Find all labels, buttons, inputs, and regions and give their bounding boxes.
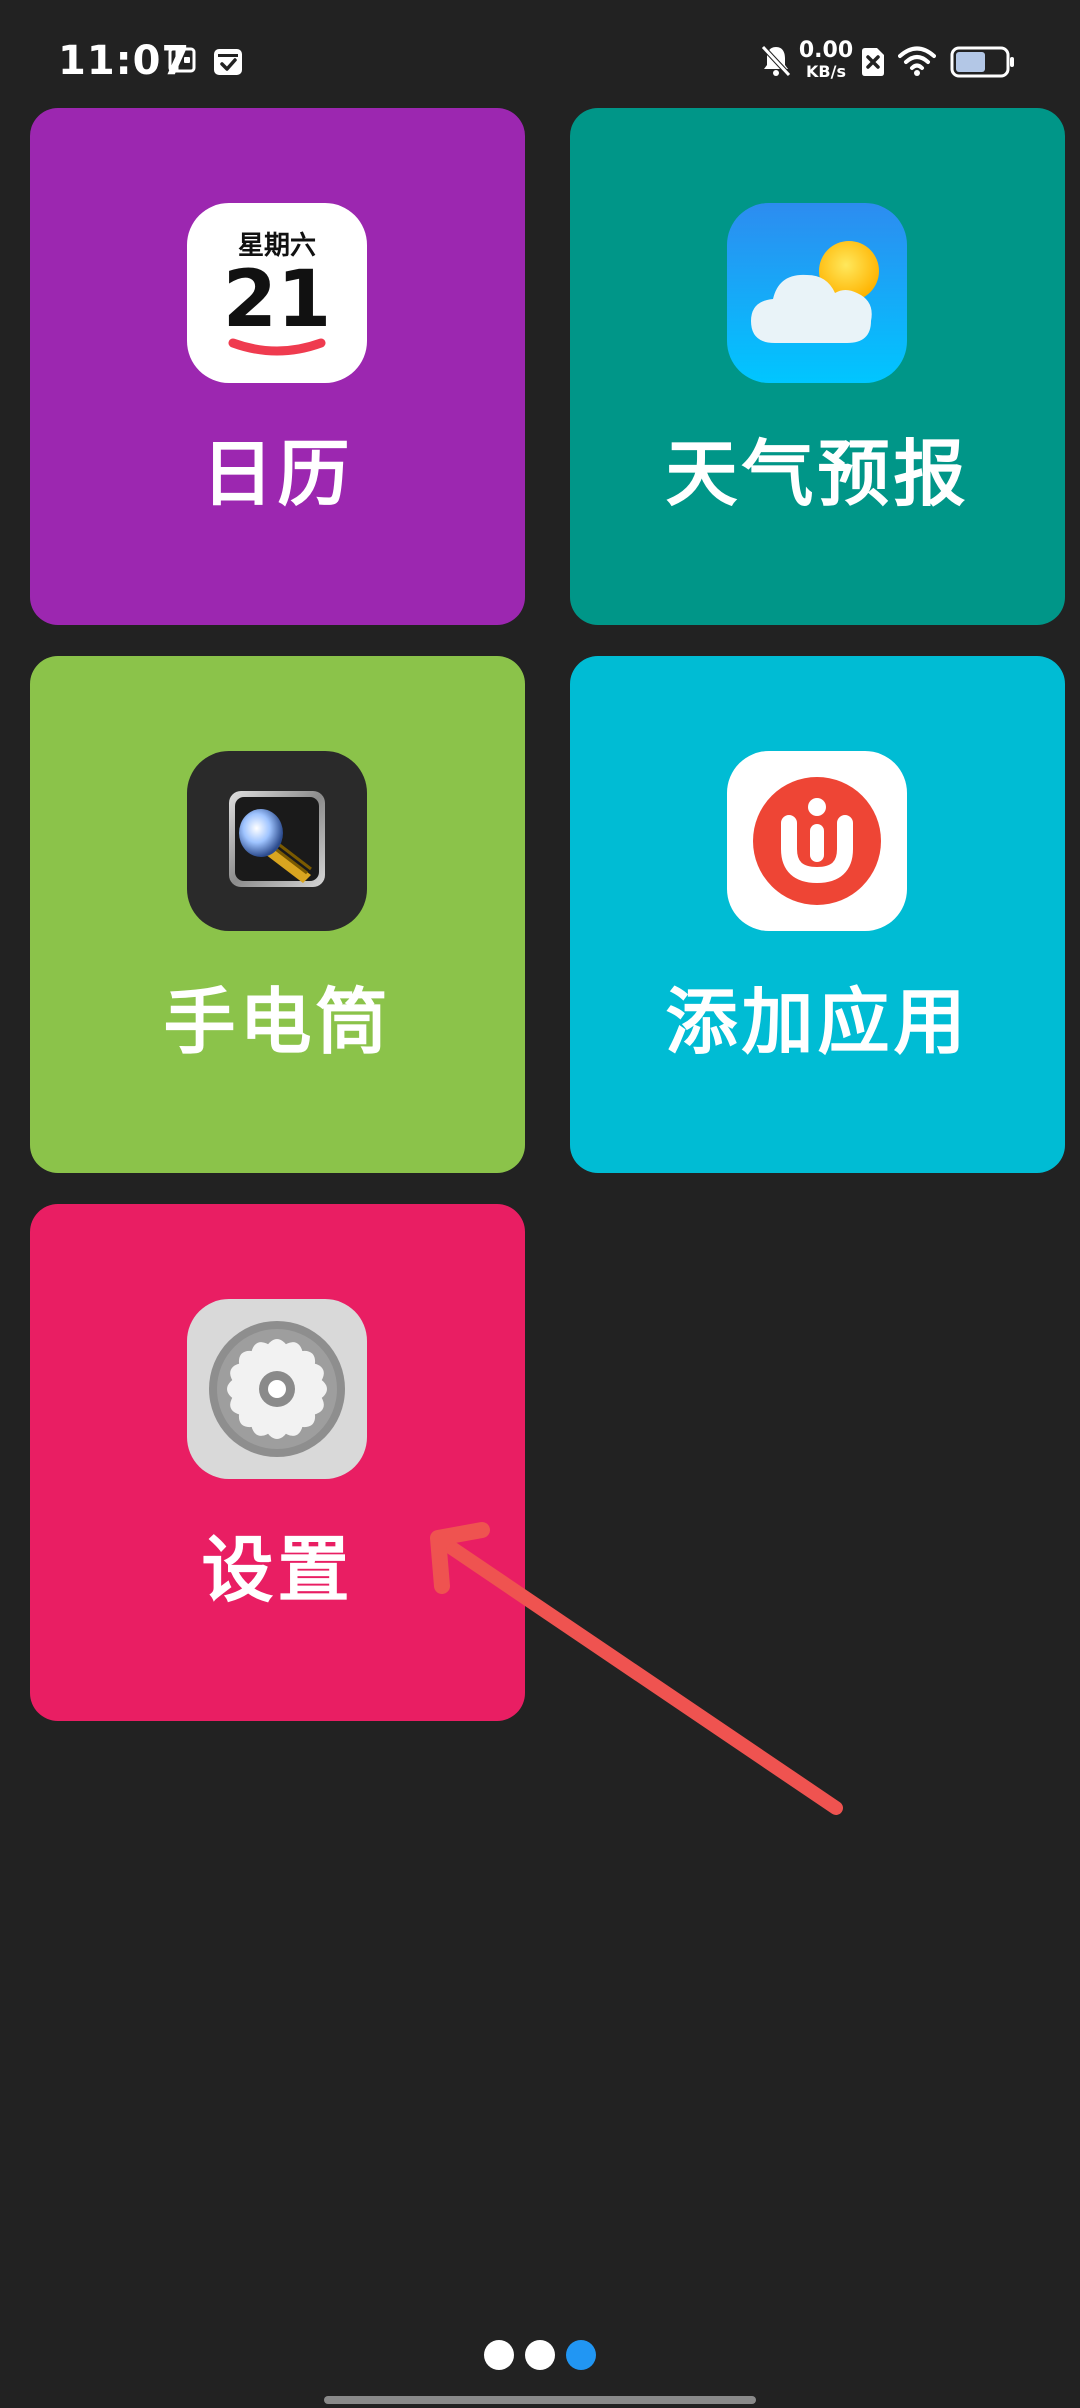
- network-speed-value: 0.00: [798, 38, 854, 63]
- network-speed-unit: KB/s: [806, 62, 846, 81]
- app-tile-flashlight[interactable]: 手电筒: [30, 656, 525, 1173]
- status-bar: 11:07 0.00 KB/s: [0, 0, 1080, 110]
- page-dot[interactable]: [566, 2340, 596, 2370]
- calendar-check-icon: [214, 49, 242, 75]
- battery-icon: [950, 46, 1014, 78]
- home-screen: 11:07 0.00 KB/s 星期六 21 日历 天气预报 手电筒 添加应用 …: [0, 0, 1080, 2408]
- page-indicator: [484, 2340, 596, 2370]
- page-dot[interactable]: [525, 2340, 555, 2370]
- mute-bell-icon: [761, 45, 791, 77]
- app-tile-settings[interactable]: 设置: [30, 1204, 525, 1721]
- app-tile-weather[interactable]: 天气预报: [570, 108, 1065, 625]
- no-sim-icon: [862, 48, 884, 76]
- settings-icon: [187, 1299, 367, 1479]
- app-tile-add-app[interactable]: 添加应用: [570, 656, 1065, 1173]
- page-dot[interactable]: [484, 2340, 514, 2370]
- wallet-icon: [168, 47, 196, 73]
- weather-icon: [727, 203, 907, 383]
- app-label-weather: 天气预报: [665, 432, 970, 516]
- network-speed: 0.00 KB/s: [796, 40, 856, 80]
- app-label-add-app: 添加应用: [665, 980, 970, 1064]
- calendar-underline-icon: [228, 338, 326, 356]
- flashlight-icon: [187, 751, 367, 931]
- app-label-flashlight: 手电筒: [163, 980, 392, 1064]
- calendar-icon: 星期六 21: [187, 203, 367, 383]
- wifi-icon: [898, 46, 936, 76]
- app-label-calendar: 日历: [201, 432, 354, 516]
- app-label-settings: 设置: [201, 1528, 354, 1612]
- app-tile-calendar[interactable]: 星期六 21 日历: [30, 108, 525, 625]
- add-app-icon: [727, 751, 907, 931]
- battery-fill: [956, 52, 985, 72]
- home-gesture-bar[interactable]: [324, 2396, 756, 2404]
